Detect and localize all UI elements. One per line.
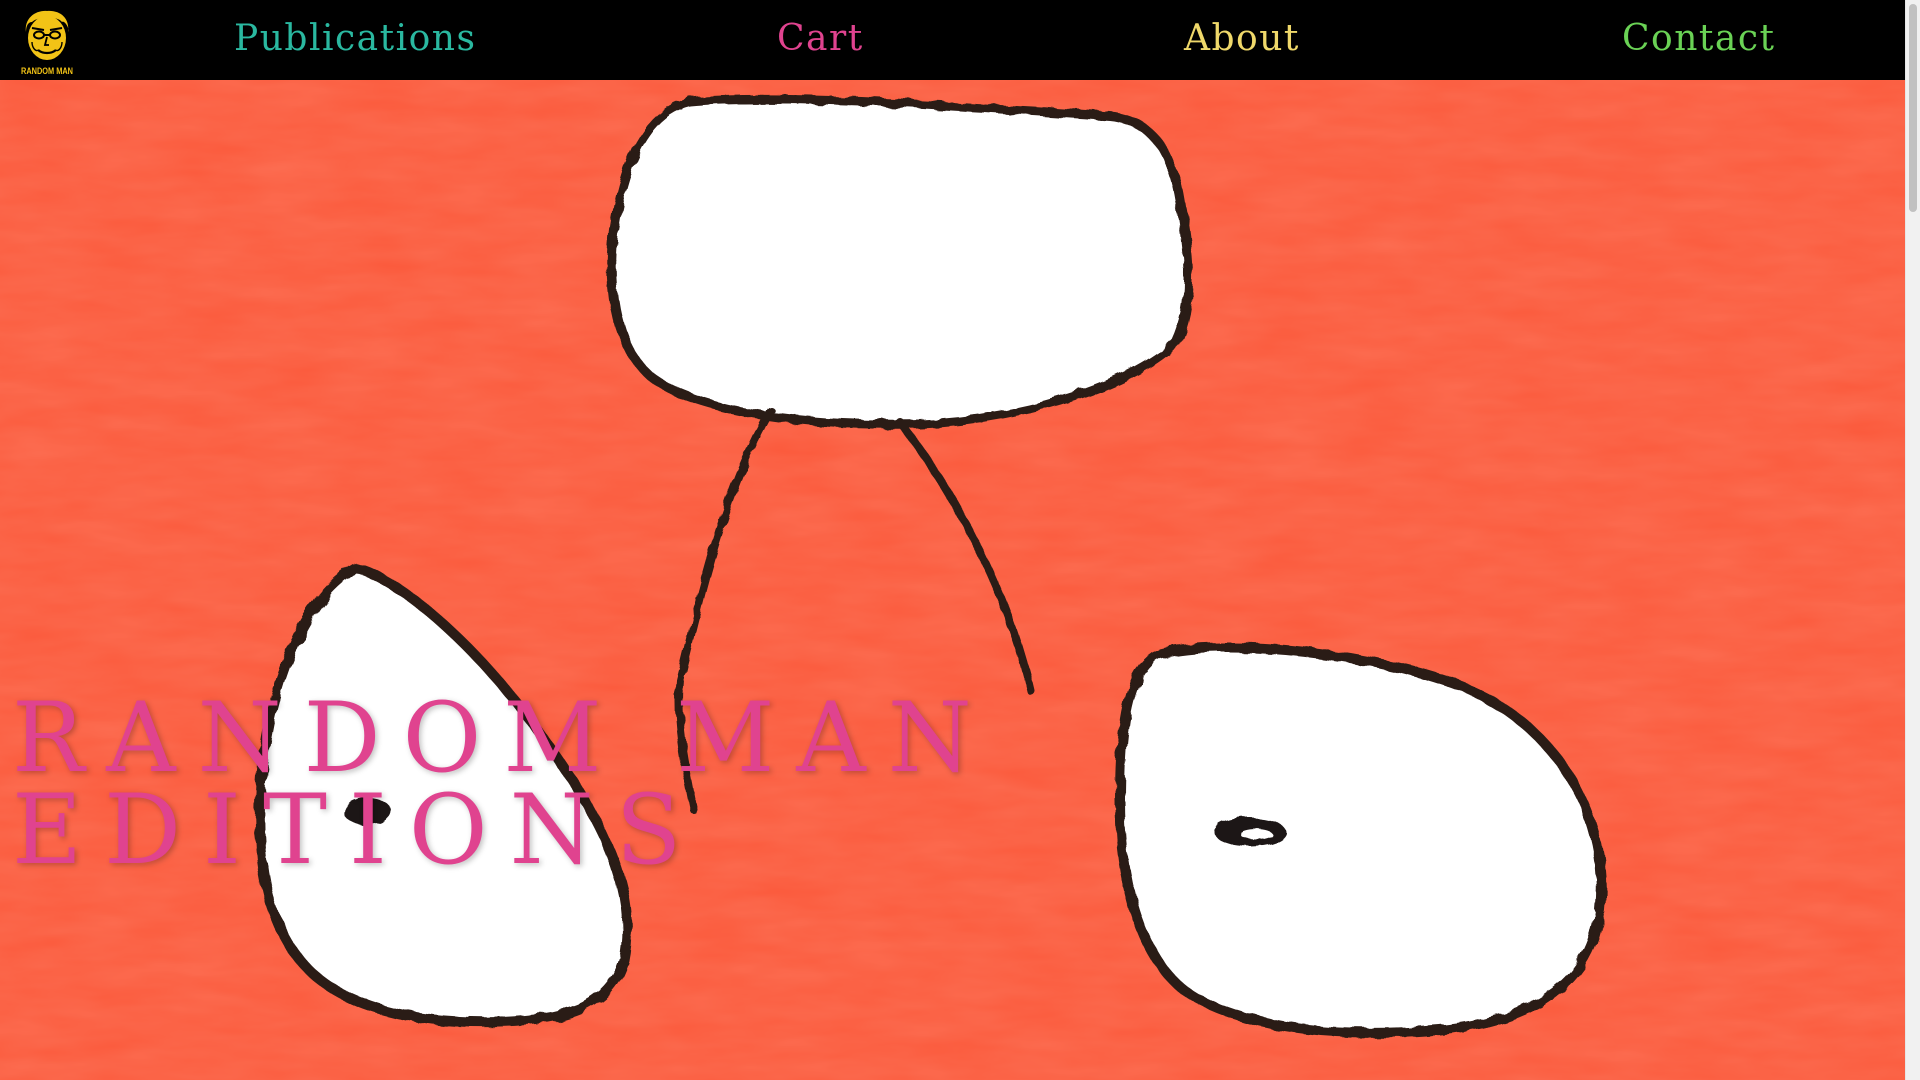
- logo-text: RANDOM MAN: [21, 66, 73, 76]
- vertical-scrollbar[interactable]: [1905, 0, 1920, 1080]
- painted-blob-top: [607, 94, 1194, 429]
- logo-link[interactable]: RANDOM MAN: [18, 8, 76, 76]
- top-navbar: RANDOM MAN Publications Cart About Conta…: [0, 0, 1905, 80]
- logo-wordmark: RANDOM MAN: [21, 66, 73, 76]
- hero-title-line-1: RANDOM MAN: [12, 682, 994, 794]
- hero-title-line-2: EDITIONS: [12, 774, 704, 886]
- nav-about-link[interactable]: About: [1184, 14, 1300, 64]
- scrollbar-thumb[interactable]: [1909, 4, 1917, 212]
- nav-cart-link[interactable]: Cart: [777, 14, 864, 64]
- page-viewport: RANDOM MAN Publications Cart About Conta…: [0, 0, 1905, 1080]
- nav-contact-link[interactable]: Contact: [1622, 14, 1775, 64]
- hero-artwork: [0, 80, 1905, 1080]
- nav-publications-link[interactable]: Publications: [234, 14, 476, 64]
- hero-section: RANDOM MAN EDITIONS: [0, 80, 1905, 1080]
- hero-title: RANDOM MAN EDITIONS: [12, 682, 994, 886]
